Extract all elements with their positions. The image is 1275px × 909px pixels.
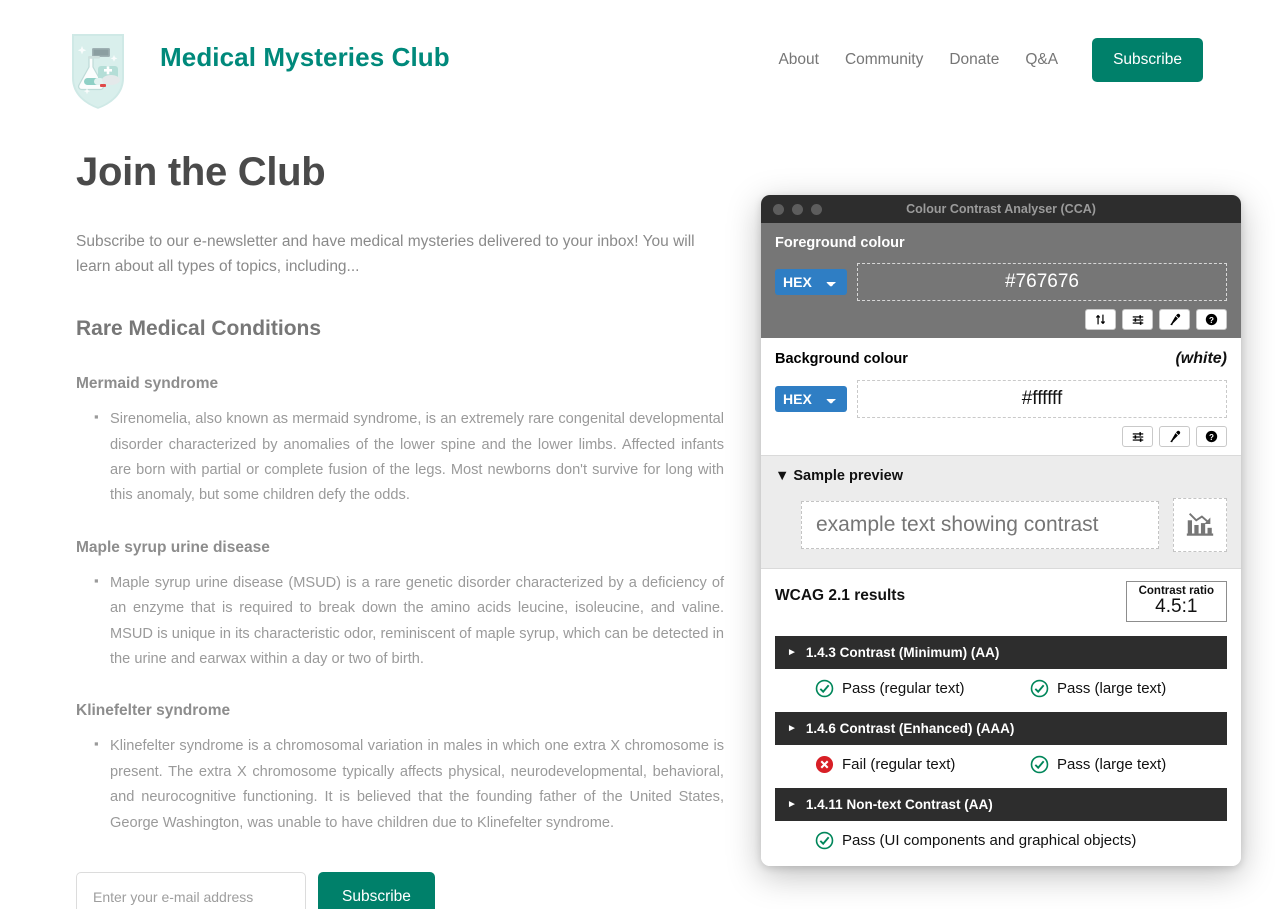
criterion-1-4-11-results: Pass (UI components and graphical object… xyxy=(775,831,1227,850)
form-subscribe-button[interactable]: Subscribe xyxy=(318,871,435,909)
wcag-results-panel: WCAG 2.1 results Contrast ratio 4.5:1 ► … xyxy=(761,568,1241,866)
svg-text:?: ? xyxy=(1209,316,1214,325)
topic-body-list: Klinefelter syndrome is a chromosomal va… xyxy=(76,733,724,836)
subscribe-form: Subscribe xyxy=(76,871,724,909)
sliders-icon[interactable] xyxy=(1122,426,1153,447)
bar-chart-declining-icon xyxy=(1173,498,1227,552)
topic-body-list: Sirenomelia, also known as mermaid syndr… xyxy=(76,406,724,509)
email-input[interactable] xyxy=(76,871,306,909)
expand-triangle-icon: ► xyxy=(787,722,797,734)
result-item: Pass (regular text) xyxy=(815,679,1030,698)
intro-paragraph: Subscribe to our e-newsletter and have m… xyxy=(76,233,695,276)
svg-text:?: ? xyxy=(1209,433,1214,442)
foreground-icon-row: ? xyxy=(775,309,1227,330)
page-root: Medical Mysteries Club About Community D… xyxy=(0,0,1275,909)
topic-body-text: Maple syrup urine disease (MSUD) is a ra… xyxy=(94,570,724,673)
result-label: Pass (large text) xyxy=(1057,755,1167,773)
topic-item: Mermaid syndrome Sirenomelia, also known… xyxy=(76,375,724,509)
pass-icon xyxy=(815,831,834,850)
topic-body-text: Sirenomelia, also known as mermaid syndr… xyxy=(94,406,724,509)
pass-icon xyxy=(1030,679,1049,698)
result-label: Pass (large text) xyxy=(1057,679,1167,697)
criterion-1-4-6-results: Fail (regular text) Pass (large text) xyxy=(775,755,1227,774)
topic-title: Mermaid syndrome xyxy=(76,375,219,393)
header-subscribe-button[interactable]: Subscribe xyxy=(1092,38,1203,82)
criterion-1-4-11-label: 1.4.11 Non-text Contrast (AA) xyxy=(805,796,993,812)
nav-link-community[interactable]: Community xyxy=(845,51,923,69)
contrast-ratio-box: Contrast ratio 4.5:1 xyxy=(1125,581,1227,622)
contrast-ratio-value: 4.5:1 xyxy=(1155,596,1198,617)
criterion-1-4-6-header[interactable]: ► 1.4.6 Contrast (Enhanced) (AAA) xyxy=(775,711,1227,745)
cca-window: Colour Contrast Analyser (CCA) Foregroun… xyxy=(761,195,1241,866)
background-color-value[interactable]: #ffffff xyxy=(857,380,1227,418)
background-row: HEX #ffffff xyxy=(775,380,1227,418)
wcag-results-title: WCAG 2.1 results xyxy=(775,587,906,604)
result-item: Pass (large text) xyxy=(1030,755,1166,774)
window-close-button[interactable] xyxy=(773,203,784,215)
criterion-1-4-3-results: Pass (regular text) Pass (large text) xyxy=(775,679,1227,698)
foreground-label: Foreground colour xyxy=(775,235,905,251)
foreground-format-select[interactable]: HEX xyxy=(775,269,847,295)
chevron-down-icon: ▼ xyxy=(775,468,790,484)
window-controls xyxy=(773,203,822,215)
eyedropper-icon[interactable] xyxy=(1159,309,1190,330)
sample-preview-panel: ▼ Sample preview example text showing co… xyxy=(761,455,1241,568)
nav-link-donate[interactable]: Donate xyxy=(949,51,999,69)
criterion-1-4-6-label: 1.4.6 Contrast (Enhanced) (AAA) xyxy=(805,720,1015,736)
section-title: Rare Medical Conditions xyxy=(76,317,322,341)
brand-title: Medical Mysteries Club xyxy=(160,41,450,72)
pass-icon xyxy=(1030,755,1049,774)
background-format-select[interactable]: HEX xyxy=(775,386,847,412)
result-label: Pass (regular text) xyxy=(842,679,965,697)
sample-text: example text showing contrast xyxy=(801,501,1159,549)
sliders-icon[interactable] xyxy=(1122,309,1153,330)
foreground-color-value[interactable]: #767676 xyxy=(857,263,1227,301)
brand[interactable]: Medical Mysteries Club xyxy=(62,22,450,114)
result-label: Fail (regular text) xyxy=(842,755,956,773)
sample-preview-toggle[interactable]: ▼ Sample preview xyxy=(775,468,1227,484)
criterion-1-4-3-label: 1.4.3 Contrast (Minimum) (AA) xyxy=(805,644,1000,660)
foreground-row: HEX #767676 xyxy=(775,263,1227,301)
result-item: Pass (UI components and graphical object… xyxy=(815,831,1136,850)
pass-icon xyxy=(815,679,834,698)
topic-title: Klinefelter syndrome xyxy=(76,702,231,720)
window-maximize-button[interactable] xyxy=(811,203,822,215)
background-label: Background colour xyxy=(775,351,908,367)
fail-icon xyxy=(815,755,834,774)
topic-body-text: Klinefelter syndrome is a chromosomal va… xyxy=(94,733,724,836)
nav-link-qa[interactable]: Q&A xyxy=(1025,51,1058,69)
eyedropper-icon[interactable] xyxy=(1159,426,1190,447)
expand-triangle-icon: ► xyxy=(787,646,797,658)
expand-triangle-icon: ► xyxy=(787,798,797,810)
medical-shield-logo-icon xyxy=(62,22,134,114)
sample-preview-label: Sample preview xyxy=(793,468,903,484)
swap-colours-icon[interactable] xyxy=(1085,309,1116,330)
main-navigation: About Community Donate Q&A Subscribe xyxy=(778,38,1203,82)
site-header: Medical Mysteries Club About Community D… xyxy=(0,0,1275,125)
page-title: Join the Club xyxy=(76,150,326,194)
topic-title: Maple syrup urine disease xyxy=(76,538,270,556)
background-panel: Background colour (white) HEX #ffffff ? xyxy=(761,338,1241,455)
cca-titlebar[interactable]: Colour Contrast Analyser (CCA) xyxy=(761,195,1241,223)
foreground-panel: Foreground colour HEX #767676 ? xyxy=(761,223,1241,338)
main-content: Join the Club Subscribe to our e-newslet… xyxy=(76,150,724,909)
topic-item: Klinefelter syndrome Klinefelter syndrom… xyxy=(76,702,724,836)
cca-window-title: Colour Contrast Analyser (CCA) xyxy=(906,202,1096,216)
background-icon-row: ? xyxy=(775,426,1227,447)
background-colour-name: (white) xyxy=(1175,350,1227,367)
topic-item: Maple syrup urine disease Maple syrup ur… xyxy=(76,539,724,673)
result-label: Pass (UI components and graphical object… xyxy=(842,831,1137,849)
help-icon[interactable]: ? xyxy=(1196,426,1227,447)
result-item: Fail (regular text) xyxy=(815,755,1030,774)
criterion-1-4-3-header[interactable]: ► 1.4.3 Contrast (Minimum) (AA) xyxy=(775,635,1227,669)
nav-link-about[interactable]: About xyxy=(778,51,819,69)
criterion-1-4-11-header[interactable]: ► 1.4.11 Non-text Contrast (AA) xyxy=(775,787,1227,821)
window-minimize-button[interactable] xyxy=(792,203,803,215)
result-item: Pass (large text) xyxy=(1030,679,1166,698)
topic-body-list: Maple syrup urine disease (MSUD) is a ra… xyxy=(76,570,724,673)
help-icon[interactable]: ? xyxy=(1196,309,1227,330)
